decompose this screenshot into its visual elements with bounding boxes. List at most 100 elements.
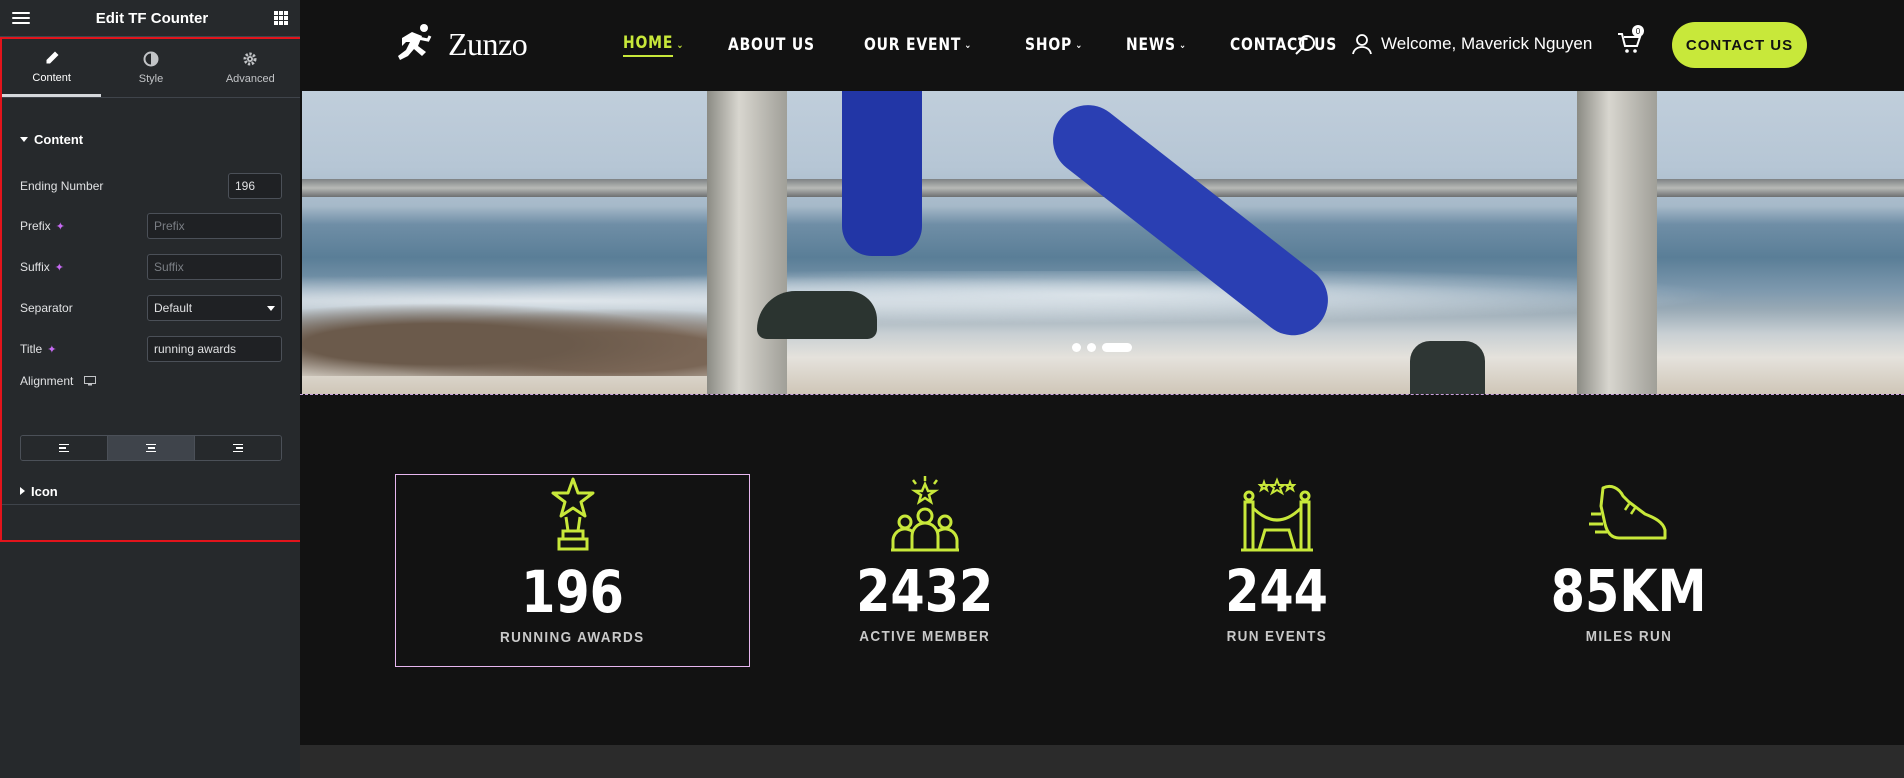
welcome-text: Welcome, Maverick Nguyen [1381,34,1593,53]
caret-right-icon [20,487,25,495]
counters-section: 196 RUNNING AWARDS 2432 ACTIVE MEMBER 24… [300,395,1904,745]
field-label-wrap: Alignment [20,374,97,388]
counter-miles-run[interactable]: 85KM MILES RUN [1451,474,1806,667]
slider-dots [1072,343,1132,352]
main-nav: HOME ⌄ ABOUT US OUR EVENT ⌄ SHOP ⌄ NEWS ⌄ CO… [623,33,1391,57]
separator-select[interactable]: Default [147,295,282,321]
prefix-input[interactable] [147,213,282,239]
field-label-wrap: Title ✦ [20,342,56,356]
align-right-icon [233,443,243,453]
suffix-input[interactable] [147,254,282,280]
ai-sparkle-icon[interactable]: ✦ [47,343,56,356]
hero-runner-leg [842,91,922,256]
select-value: Default [154,301,193,315]
section-content-toggle[interactable]: Content [2,129,101,149]
panel-header: Edit TF Counter [0,0,300,37]
alignment-row: Alignment [20,371,282,391]
group-star-icon [890,476,959,552]
brand-name: Zunzo [448,25,528,62]
search-icon[interactable] [1294,33,1318,57]
counter-number: 244 [1225,557,1328,625]
site-header: Zunzo HOME ⌄ ABOUT US OUR EVENT ⌄ SHOP ⌄ NE… [300,0,1904,91]
chevron-down-icon [267,305,275,311]
suffix-row: Suffix ✦ [20,254,282,280]
field-label-wrap: Suffix ✦ [20,260,64,274]
nav-label: CONTACT US [1230,35,1338,55]
widgets-grid-icon[interactable] [274,11,288,25]
caret-down-icon [20,136,28,142]
tab-content[interactable]: Content [2,39,102,97]
field-label: Prefix [20,219,51,233]
section-divider [2,504,300,505]
nav-shop[interactable]: SHOP ⌄ [1025,33,1083,57]
nav-news[interactable]: NEWS ⌄ [1126,33,1187,57]
ai-sparkle-icon[interactable]: ✦ [55,261,64,274]
field-label: Ending Number [20,179,104,193]
nav-label: SHOP [1025,35,1073,55]
counter-label: ACTIVE MEMBER [859,628,990,645]
gear-icon [243,52,257,66]
chevron-down-icon: ⌄ [1179,39,1188,51]
ending-number-row: Ending Number [20,173,282,199]
ending-number-input[interactable] [228,173,282,199]
field-label: Suffix [20,260,50,274]
counter-label: RUN EVENTS [1226,628,1327,645]
slider-dot[interactable] [1087,343,1096,352]
account-link[interactable]: Welcome, Maverick Nguyen [1351,33,1592,55]
desktop-icon[interactable] [84,376,97,386]
tab-advanced[interactable]: Advanced [201,39,300,97]
counter-label: RUNNING AWARDS [500,629,645,646]
nav-our-event[interactable]: OUR EVENT ⌄ [864,33,972,57]
counter-run-events[interactable]: 244 RUN EVENTS [1099,474,1454,667]
slider-dot-active[interactable] [1102,343,1132,352]
align-left-button[interactable] [21,436,108,460]
section-title: Icon [31,483,58,499]
nav-home[interactable]: HOME ⌄ [623,33,684,57]
cart-count-badge: 0 [1632,25,1644,37]
field-label: Separator [20,301,73,315]
tab-style[interactable]: Style [101,39,200,97]
align-right-button[interactable] [195,436,281,460]
nav-contact-us[interactable]: CONTACT US [1230,33,1337,57]
nav-about-us[interactable]: ABOUT US [728,33,815,57]
nav-label: NEWS [1126,35,1177,55]
hero-post [707,91,787,394]
widget-settings-box: Content Style Advanced Content Ending Nu… [0,37,302,542]
title-row: Title ✦ [20,336,282,362]
hero-rocks [302,296,752,376]
half-circle-icon [143,51,159,67]
align-left-icon [59,443,69,453]
event-stage-icon [1240,477,1313,552]
counter-running-awards[interactable]: 196 RUNNING AWARDS [395,474,750,667]
counter-number: 196 [521,558,624,626]
align-center-icon [146,443,156,453]
running-shoe-icon [1588,484,1666,540]
nav-label: ABOUT US [727,35,815,55]
align-center-button[interactable] [108,436,195,460]
hero-slider [302,91,1904,394]
slider-dot[interactable] [1072,343,1081,352]
separator-row: Separator Default [20,295,282,321]
panel-tabs: Content Style Advanced [2,39,300,98]
runner-logo-icon [398,24,432,60]
contact-us-button[interactable]: CONTACT US [1672,22,1807,68]
user-icon [1352,34,1372,55]
chevron-down-icon: ⌄ [676,39,685,51]
title-input[interactable] [147,336,282,362]
nav-label: OUR EVENT [863,35,961,55]
pencil-icon [46,51,59,63]
section-icon-toggle[interactable]: Icon [2,481,76,501]
chevron-down-icon: ⌄ [963,39,972,51]
next-section-band [300,745,1904,778]
section-title: Content [34,131,84,147]
field-label-wrap: Prefix ✦ [20,219,65,233]
nav-label: HOME [623,33,674,57]
menu-icon[interactable] [12,12,30,24]
counter-number: 85KM [1550,557,1707,625]
tab-label: Content [32,71,71,84]
editor-panel: Edit TF Counter Content Style Advanced C… [0,0,302,778]
counter-active-member[interactable]: 2432 ACTIVE MEMBER [747,474,1102,667]
field-label: Title [20,342,43,356]
ai-sparkle-icon[interactable]: ✦ [56,220,65,233]
site-logo[interactable]: Zunzo [396,22,528,66]
